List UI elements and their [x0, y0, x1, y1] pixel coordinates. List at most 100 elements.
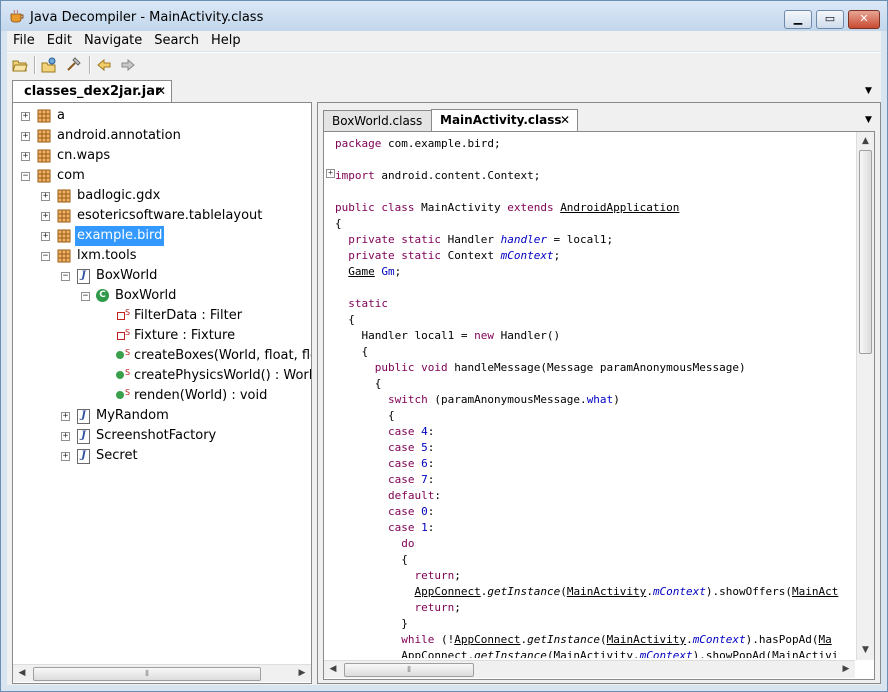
tree-item-method-createphysicsworld[interactable]: S createPhysicsWorld() : World — [13, 366, 311, 386]
expand-icon[interactable]: + — [21, 112, 30, 121]
code-vertical-scrollbar[interactable]: ▲ ▼ — [856, 132, 874, 660]
tree-item-cn-waps[interactable]: + cn.waps — [13, 146, 311, 166]
tab-boxworld-class[interactable]: BoxWorld.class — [323, 110, 432, 131]
scroll-right-icon[interactable]: ▶ — [295, 666, 309, 681]
code-line: case 1: — [387, 521, 435, 534]
tree-item-secret[interactable]: + J Secret — [13, 446, 311, 466]
collapse-icon[interactable]: − — [81, 292, 90, 301]
expand-icon[interactable]: + — [41, 232, 50, 241]
tree-item-a[interactable]: + a — [13, 106, 311, 126]
tab-list-dropdown-icon[interactable]: ▼ — [865, 86, 872, 96]
tree-item-example-bird[interactable]: + example.bird — [13, 226, 311, 246]
expand-icon[interactable]: + — [41, 192, 50, 201]
code-line: { — [335, 377, 382, 390]
menu-file[interactable]: File — [7, 31, 41, 51]
package-tree-pane: + a + android.annotation + cn.waps − com… — [12, 102, 312, 684]
menu-search[interactable]: Search — [148, 31, 205, 51]
code-view[interactable]: + package com.example.bird; import andro… — [323, 131, 875, 680]
code-line: AppConnect.getInstance(MainActivity.mCon… — [335, 649, 839, 658]
toolbar — [7, 52, 881, 77]
tree-item-badlogic-gdx[interactable]: + badlogic.gdx — [13, 186, 311, 206]
private-field-icon — [117, 312, 125, 320]
expand-icon[interactable]: + — [21, 132, 30, 141]
code-line: { — [335, 217, 342, 230]
code-line: } — [335, 617, 408, 630]
tree-item-lxm-tools[interactable]: − lxm.tools — [13, 246, 311, 266]
tree-item-esotericsoftware[interactable]: + esotericsoftware.tablelayout — [13, 206, 311, 226]
tree-label: FilterData : Filter — [134, 308, 243, 323]
tree-item-myrandom[interactable]: + J MyRandom — [13, 406, 311, 426]
code-line: { — [335, 345, 369, 358]
code-line: { — [335, 409, 395, 422]
maximize-button[interactable]: ▭ — [816, 10, 844, 29]
expand-icon[interactable]: + — [41, 212, 50, 221]
expand-imports-icon[interactable]: + — [326, 169, 335, 178]
close-tab-icon[interactable]: ✕ — [560, 110, 570, 130]
tree-label: ScreenshotFactory — [96, 428, 217, 443]
menu-navigate[interactable]: Navigate — [78, 31, 148, 51]
package-icon — [57, 189, 71, 203]
file-tab[interactable]: classes_dex2jar.jar ✕ — [12, 80, 172, 102]
forward-arrow-icon[interactable] — [120, 57, 136, 73]
scroll-up-icon[interactable]: ▲ — [858, 134, 873, 148]
code-line: do — [401, 537, 415, 550]
close-button[interactable]: ✕ — [848, 10, 880, 29]
code-line: Game Gm; — [348, 265, 402, 278]
code-line: public class MainActivity extends Androi… — [335, 201, 680, 214]
scroll-left-icon[interactable]: ◀ — [326, 662, 340, 677]
tab-label: MainActivity.class — [440, 113, 562, 127]
tree-item-boxworld-class[interactable]: − C BoxWorld — [13, 286, 311, 306]
static-marker-icon: S — [125, 368, 131, 377]
tree-item-com[interactable]: − com — [13, 166, 311, 186]
code-line: Handler local1 = new Handler() — [335, 329, 561, 342]
close-tab-icon[interactable]: ✕ — [156, 81, 166, 102]
java-file-icon: J — [77, 449, 90, 464]
open-type-icon[interactable] — [41, 57, 57, 73]
expand-icon[interactable]: + — [61, 432, 70, 441]
menu-edit[interactable]: Edit — [41, 31, 78, 51]
close-icon: ✕ — [859, 12, 869, 25]
tree-label: badlogic.gdx — [77, 188, 161, 203]
tree-item-android-annotation[interactable]: + android.annotation — [13, 126, 311, 146]
expand-icon[interactable]: + — [61, 412, 70, 421]
tree-label: Secret — [96, 448, 138, 463]
tab-list-dropdown-icon[interactable]: ▼ — [865, 115, 872, 125]
code-line: AppConnect.getInstance(MainActivity.mCon… — [414, 585, 839, 598]
collapse-icon[interactable]: − — [21, 172, 30, 181]
tree-label: Fixture : Fixture — [134, 328, 236, 343]
code-line: switch (paramAnonymousMessage.what) — [387, 393, 620, 406]
code-horizontal-scrollbar[interactable]: ◀ ⦀ ▶ — [324, 660, 855, 678]
tree-item-method-renden[interactable]: S renden(World) : void — [13, 386, 311, 406]
menu-help[interactable]: Help — [205, 31, 247, 51]
tree-label: com — [57, 168, 85, 183]
collapse-icon[interactable]: − — [61, 272, 70, 281]
source-code[interactable]: + package com.example.bird; import andro… — [324, 132, 855, 658]
collapse-icon[interactable]: − — [41, 252, 50, 261]
tree-label: android.annotation — [57, 128, 181, 143]
search-hammer-icon[interactable] — [65, 57, 81, 73]
tree-item-field-fixture[interactable]: S Fixture : Fixture — [13, 326, 311, 346]
scroll-right-icon[interactable]: ▶ — [839, 662, 853, 677]
tree-label: cn.waps — [57, 148, 111, 163]
scrollbar-thumb[interactable]: ⦀ — [344, 663, 474, 677]
tree-label-selected: example.bird — [75, 226, 165, 246]
back-arrow-icon[interactable] — [96, 57, 112, 73]
tree-item-method-createboxes[interactable]: S createBoxes(World, float, float — [13, 346, 311, 366]
package-icon — [37, 169, 51, 183]
tree-item-screenshotfactory[interactable]: + J ScreenshotFactory — [13, 426, 311, 446]
tree-item-field-filterdata[interactable]: S FilterData : Filter — [13, 306, 311, 326]
java-file-icon: J — [77, 429, 90, 444]
static-marker-icon: S — [125, 308, 131, 317]
open-file-icon[interactable] — [12, 57, 28, 73]
minimize-button[interactable]: ▁ — [784, 10, 812, 29]
scrollbar-thumb[interactable]: ⦀ — [33, 667, 261, 681]
scroll-left-icon[interactable]: ◀ — [15, 666, 29, 681]
tab-mainactivity-class[interactable]: MainActivity.class ✕ — [431, 109, 578, 131]
scroll-down-icon[interactable]: ▼ — [858, 643, 873, 657]
expand-icon[interactable]: + — [61, 452, 70, 461]
expand-icon[interactable]: + — [21, 152, 30, 161]
scrollbar-thumb[interactable] — [859, 150, 872, 354]
public-method-icon — [116, 371, 124, 379]
tree-item-boxworld-file[interactable]: − J BoxWorld — [13, 266, 311, 286]
tree-horizontal-scrollbar[interactable]: ◀ ⦀ ▶ — [13, 664, 311, 682]
